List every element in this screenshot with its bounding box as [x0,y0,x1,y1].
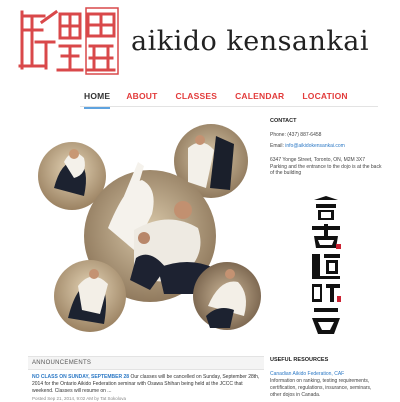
hero-photo-collage [38,124,261,332]
resource-caf-link[interactable]: Canadian Aikido Federation, CAF [270,371,344,377]
contact-panel: CONTACT Phone: (437) 887-6458 Email: inf… [270,118,382,181]
announcement-item: NO CLASS ON SUNDAY, SEPTEMBER 28 Our cla… [28,370,264,395]
photo-circle-bottom-right [193,262,261,330]
announcements-heading: ANNOUNCEMENTS [28,357,264,370]
contact-address: 6347 Yonge Street, Toronto, ON, M2M 3X7 … [270,157,382,177]
announcements-panel: ANNOUNCEMENTS NO CLASS ON SUNDAY, SEPTEM… [28,356,264,402]
site-title[interactable]: aikido kensankai [131,28,369,55]
resources-panel: USEFUL RESOURCES Canadian Aikido Federat… [270,357,384,398]
calligraphy-scroll-image [312,196,341,334]
kensankai-logo[interactable] [16,6,120,76]
contact-email-label: Email: [270,143,286,150]
photo-circle-bottom-left [54,260,126,332]
contact-address-line: 6347 Yonge Street, Toronto, ON, M2M 3X7 [270,156,365,163]
contact-phone: Phone: (437) 887-6458 [270,132,322,139]
nav-location[interactable]: LOCATION [302,89,347,109]
nav-about[interactable]: ABOUT [126,89,157,109]
resources-heading: USEFUL RESOURCES [270,357,329,363]
announcement-title-link[interactable]: NO CLASS ON SUNDAY, SEPTEMBER 28 [32,374,129,380]
contact-email-line: Email: info@aikidokensankai.com [270,143,382,150]
nav-calendar[interactable]: CALENDAR [235,89,284,109]
contact-email-link[interactable]: info@aikidokensankai.com [285,143,345,149]
contact-parking-note: Parking and the entrance to the dojo is … [270,163,382,177]
main-nav: HOME ABOUT CLASSES CALENDAR LOCATION [84,89,348,109]
contact-heading: CONTACT [270,118,297,124]
nav-classes[interactable]: CLASSES [176,89,218,109]
nav-home[interactable]: HOME [84,89,111,109]
resource-caf-description: Information on ranking, testing requirem… [270,378,372,398]
announcement-meta: Posted Sep 21, 2014, 9:02 AM by Tat Soko… [32,396,126,401]
